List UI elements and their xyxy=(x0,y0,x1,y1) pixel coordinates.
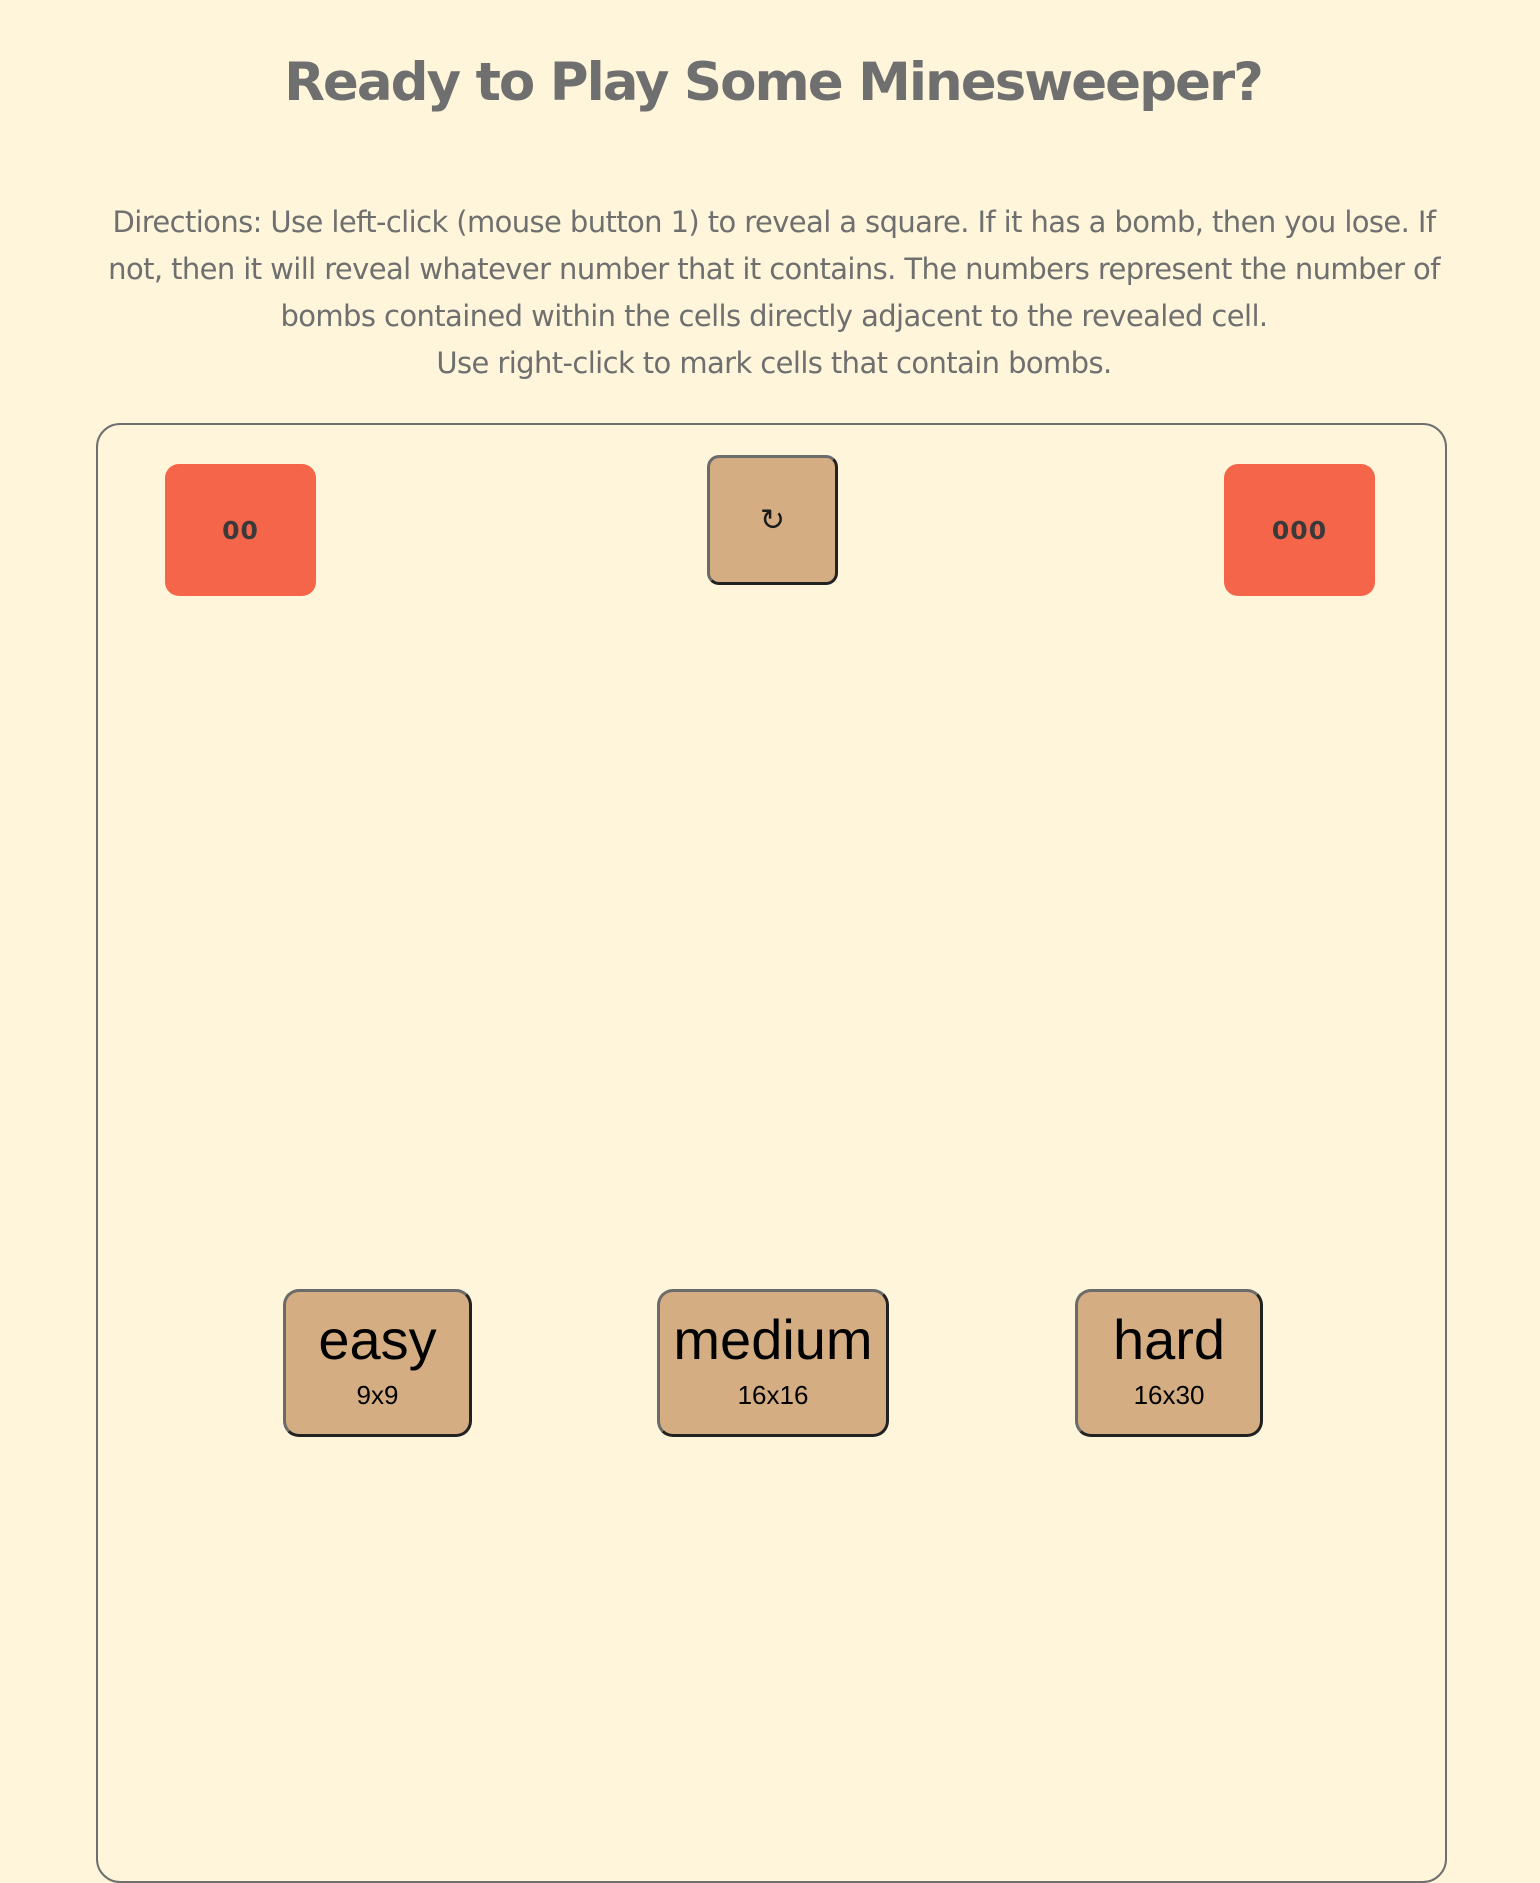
refresh-icon: ↻ xyxy=(759,502,786,538)
game-board xyxy=(96,423,1447,1883)
level-size: 16x16 xyxy=(737,1380,809,1410)
medium-level-button[interactable]: medium 16x16 xyxy=(657,1289,889,1437)
level-name: hard xyxy=(1112,1308,1226,1371)
directions-right-click: Use right-click to mark cells that conta… xyxy=(436,346,1112,380)
level-size: 9x9 xyxy=(356,1380,399,1410)
easy-level-button[interactable]: easy 9x9 xyxy=(283,1289,472,1437)
level-name: easy xyxy=(318,1308,437,1371)
hard-level-button[interactable]: hard 16x30 xyxy=(1075,1289,1263,1437)
directions-main: Directions: Use left-click (mouse button… xyxy=(108,205,1440,333)
level-name: medium xyxy=(673,1308,873,1371)
directions-text: Directions: Use left-click (mouse button… xyxy=(96,199,1452,387)
page-title: Ready to Play Some Minesweeper? xyxy=(284,52,1264,113)
reset-button[interactable]: ↻ xyxy=(707,455,838,585)
mine-counter: 00 xyxy=(165,464,316,596)
timer-display: 000 xyxy=(1224,464,1375,596)
level-size: 16x30 xyxy=(1133,1380,1205,1410)
